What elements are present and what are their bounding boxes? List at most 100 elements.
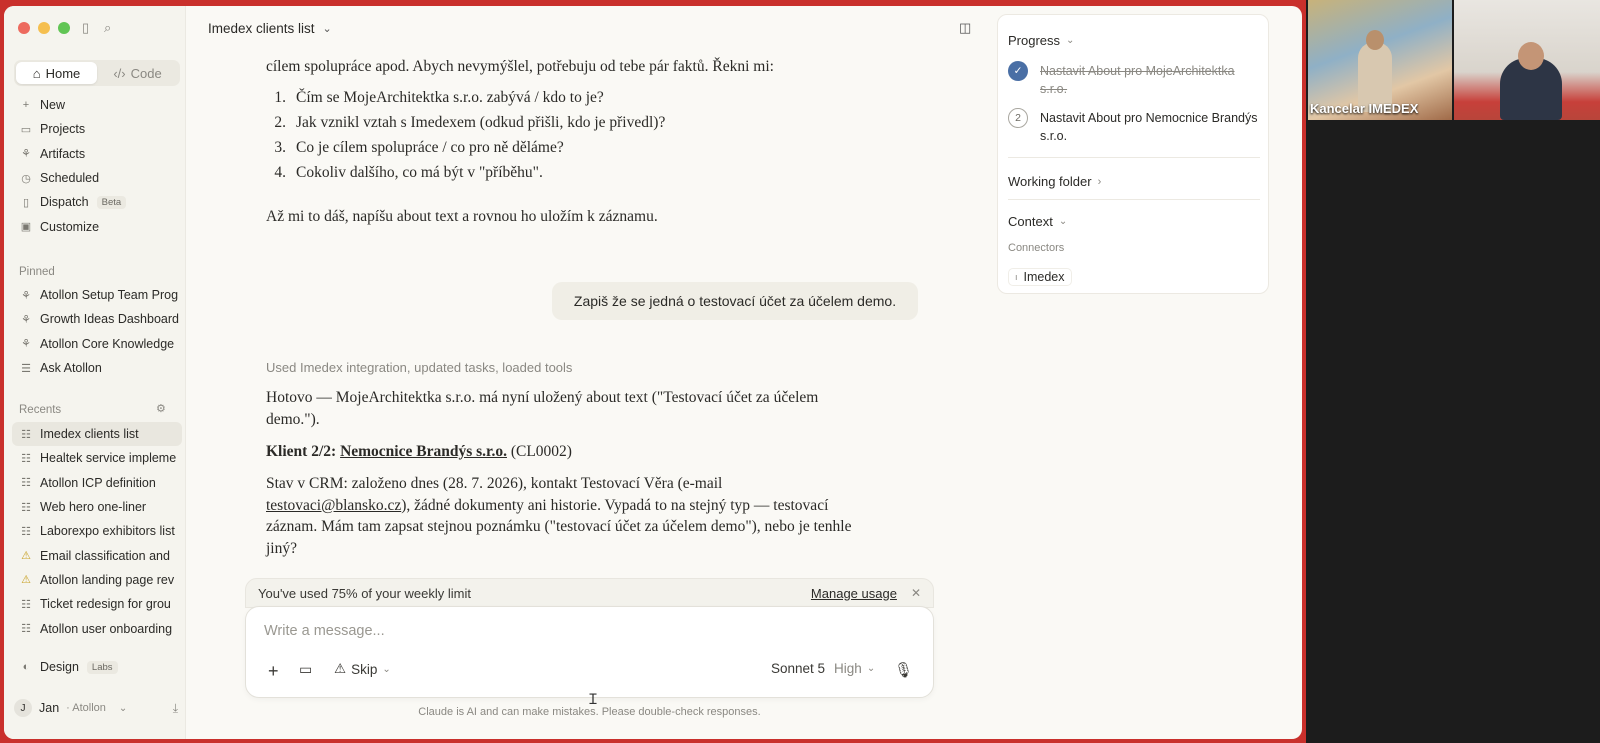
chevron-down-icon: ⌄ (118, 702, 128, 714)
sidebar: ▯ ⌕ ⌂ Home ‹/› Code + New ▭ Projects ⚘ Artifa… (4, 6, 186, 739)
progress-header[interactable]: Progress ⌄ (1008, 33, 1074, 48)
database-icon: ☰ (21, 362, 31, 375)
list-item: 3. Co je cílem spolupráce / co pro ně děl… (274, 139, 564, 156)
panel-toggle-icon[interactable]: ◫ (959, 20, 971, 36)
nav-customize[interactable]: ▣ Customize (12, 214, 182, 238)
close-window-button[interactable] (18, 22, 30, 34)
chevron-down-icon: ⌄ (322, 23, 332, 35)
mode-switch: ⌂ Home ‹/› Code (14, 60, 180, 86)
context-header[interactable]: Context ⌄ (1008, 214, 1067, 229)
participant-name: Kancelar IMEDEX (1310, 101, 1419, 116)
nav-design[interactable]: ◐ Design Labs (12, 655, 182, 679)
participant-head (1366, 30, 1384, 50)
connectors-label: Connectors (1008, 242, 1065, 254)
assistant-text: cílem spolupráce apod. Abych nevymýšlel,… (266, 58, 774, 75)
window-controls (18, 22, 70, 34)
recent-item[interactable]: ☷ Atollon user onboarding (12, 616, 182, 640)
chevron-down-icon: ⌄ (1066, 35, 1075, 46)
add-attachment-button[interactable]: + (268, 661, 279, 682)
recent-item[interactable]: ⚠ Email classification and (12, 543, 182, 567)
recents-list: ☷ Imedex clients list ☷ Healtek service im… (12, 422, 182, 641)
nav-projects[interactable]: ▭ Projects (12, 117, 182, 141)
pinned-label: Pinned (19, 266, 55, 278)
code-icon: ‹/› (113, 65, 126, 81)
user-message: Zapiš že se jedná o testovací účet za úč… (552, 282, 918, 320)
recent-item[interactable]: ⚠ Atollon landing page rev (12, 568, 182, 592)
progress-step: 2 Nastavit About pro Nemocnice Brandýs s… (1008, 108, 1258, 145)
user-org: · Atollon (66, 702, 106, 714)
download-icon[interactable]: ⤓ (173, 701, 178, 716)
folder-button[interactable]: ▭ (299, 661, 312, 678)
task-list-icon: ☷ (21, 428, 31, 441)
recent-item[interactable]: ☷ Imedex clients list (12, 422, 182, 447)
tool-usage-summary[interactable]: Used Imedex integration, updated tasks, … (266, 360, 572, 375)
usage-limit-banner: You've used 75% of your weekly limit Man… (245, 578, 934, 608)
question-list: 1. Čím se MojeArchitektka s.r.o. zabývá /… (272, 89, 665, 189)
app-window: ▯ ⌕ ⌂ Home ‹/› Code + New ▭ Projects ⚘ Artifa… (4, 6, 1302, 739)
clock-icon: ◷ (21, 172, 31, 185)
text-cursor-icon: Ｉ (586, 691, 600, 707)
filter-icon[interactable]: ⚙ (156, 402, 166, 415)
conversation-title[interactable]: Imedex clients list ⌄ (208, 21, 332, 36)
list-item: 2. Jak vznikl vztah s Imedexem (odkud při… (274, 114, 666, 131)
user-menu[interactable]: J Jan · Atollon ⌄ ⤓ (14, 699, 178, 717)
client-heading: Klient 2/2: Nemocnice Brandýs s.r.o. (CL… (266, 443, 572, 460)
briefcase-icon: ▣ (20, 221, 32, 234)
main-nav: + New ▭ Projects ⚘ Artifacts ◷ Scheduled ▯ Di… (12, 93, 182, 239)
chevron-down-icon: ⌄ (1058, 216, 1068, 227)
search-icon[interactable]: ⌕ (104, 20, 111, 36)
recent-item[interactable]: ☷ Healtek service impleme (12, 446, 182, 470)
skip-button[interactable]: ⚠ Skip ⌄ (334, 661, 391, 677)
list-item: 1. Čím se MojeArchitektka s.r.o. zabývá /… (274, 89, 604, 106)
recent-item[interactable]: ☷ Atollon ICP definition (12, 471, 182, 495)
user-name: Jan (39, 701, 60, 715)
phone-icon: ▯ (22, 196, 30, 209)
video-tile (1454, 0, 1600, 120)
divider (1008, 199, 1260, 200)
plus-icon: + (22, 99, 30, 112)
email-link[interactable]: testovaci@blansko.cz (266, 497, 401, 514)
microphone-icon: 🎙 (894, 662, 914, 679)
pinned-item[interactable]: ⚘ Growth Ideas Dashboard (12, 307, 182, 331)
design-nav: ◐ Design Labs (12, 655, 182, 679)
nav-dispatch[interactable]: ▯ Dispatch Beta (12, 190, 182, 214)
chevron-right-icon: › (1097, 175, 1102, 188)
recent-item[interactable]: ☷ Laborexpo exhibitors list (12, 519, 182, 543)
progress-step: ✓ Nastavit About pro MojeArchitektka s.r… (1008, 61, 1258, 98)
list-item: 4. Cokoliv dalšího, co má být v "příběhu"… (274, 164, 543, 181)
beta-badge: Beta (96, 195, 127, 209)
pinned-item[interactable]: ☰ Ask Atollon (12, 356, 182, 380)
recent-item[interactable]: ☷ Web hero one-liner (12, 495, 182, 519)
pinned-item[interactable]: ⚘ Atollon Setup Team Prog (12, 283, 182, 307)
microphone-button[interactable]: 🎙 (894, 661, 913, 679)
message-input[interactable] (264, 623, 904, 639)
task-list-icon: ☷ (21, 501, 31, 514)
plus-icon: + (268, 661, 279, 681)
nav-new[interactable]: + New (12, 93, 182, 117)
working-folder-header[interactable]: Working folder › (1008, 174, 1101, 189)
connector-chip[interactable]: ı Imedex (1008, 268, 1072, 286)
nav-scheduled[interactable]: ◷ Scheduled (12, 166, 182, 190)
chevron-down-icon: ⌄ (866, 663, 876, 674)
project-icon: ⚘ (21, 289, 31, 302)
recent-item[interactable]: ☷ Ticket redesign for grou (12, 592, 182, 616)
sidebar-toggle-icon[interactable]: ▯ (82, 20, 89, 36)
artifacts-icon: ⚘ (21, 148, 31, 161)
task-list-icon: ☷ (21, 525, 31, 538)
task-list-icon: ☷ (21, 598, 31, 611)
task-list-icon: ☷ (21, 452, 31, 465)
close-icon[interactable]: ✕ (911, 586, 921, 600)
model-selector[interactable]: Sonnet 5 High ⌄ (771, 661, 875, 676)
assistant-text: Až mi to dáš, napíšu about text a rovnou… (266, 208, 658, 225)
manage-usage-link[interactable]: Manage usage (811, 586, 897, 601)
pinned-item[interactable]: ⚘ Atollon Core Knowledge (12, 332, 182, 356)
message-composer: + ▭ ⚠Skip⌄ Sonnet 5High⌄ 🎙 (245, 606, 934, 698)
check-icon: ✓ (1008, 61, 1028, 81)
warning-icon: ⚠ (21, 574, 31, 587)
maximize-window-button[interactable] (58, 22, 70, 34)
minimize-window-button[interactable] (38, 22, 50, 34)
client-link[interactable]: Nemocnice Brandýs s.r.o. (340, 443, 507, 460)
home-tab[interactable]: ⌂ Home (16, 62, 97, 84)
nav-artifacts[interactable]: ⚘ Artifacts (12, 142, 182, 166)
code-tab[interactable]: ‹/› Code (97, 62, 178, 84)
